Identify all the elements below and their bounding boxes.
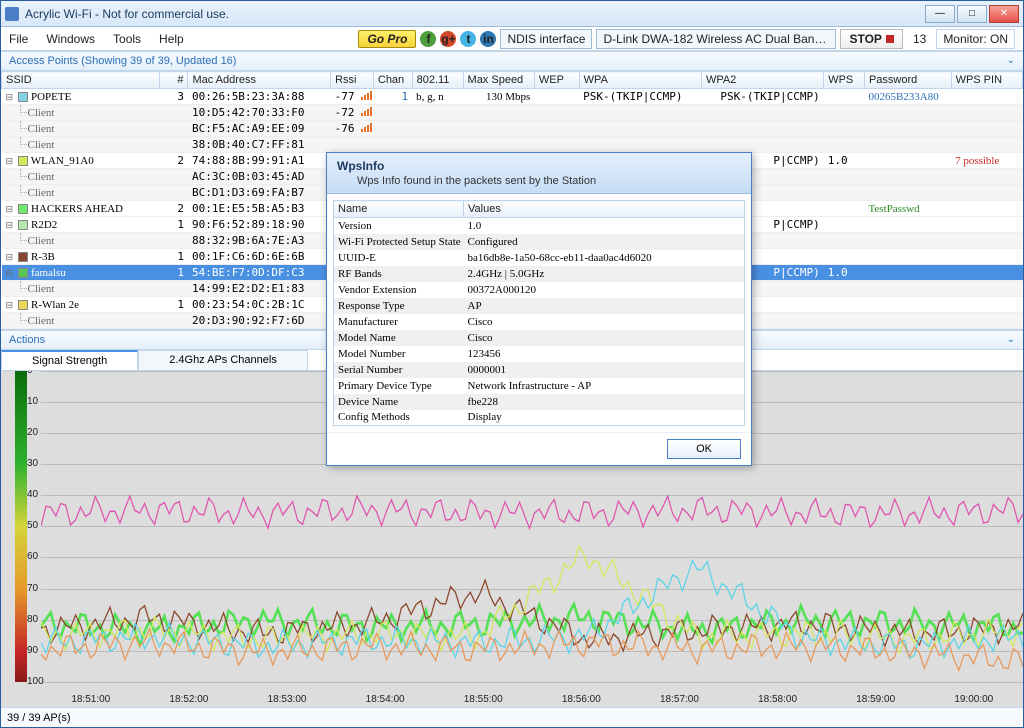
col-wpa[interactable]: WPA (579, 72, 701, 89)
table-row-client[interactable]: ClientBC:F5:AC:A9:EE:09-76 (2, 121, 1023, 137)
chart-series-line (41, 629, 1023, 671)
menubar: File Windows Tools Help Go Pro f g+ t in… (1, 27, 1023, 51)
col-password[interactable]: Password (864, 72, 951, 89)
wpsinfo-row: Primary Device TypeNetwork Infrastructur… (334, 378, 745, 394)
wpsinfo-row: Device Namefbe228 (334, 394, 745, 410)
table-row-client[interactable]: Client38:0B:40:C7:FF:81 (2, 137, 1023, 153)
wpsinfo-row: Wi-Fi Protected Setup StateConfigured (334, 234, 745, 250)
ap-section-header[interactable]: Access Points (Showing 39 of 39, Updated… (1, 51, 1023, 71)
close-button[interactable]: ✕ (989, 5, 1019, 23)
wpsinfo-row: Model Number123456 (334, 346, 745, 362)
dialog-header[interactable]: WpsInfo Wps Info found in the packets se… (327, 153, 751, 194)
minimize-button[interactable]: — (925, 5, 955, 23)
x-tick-label: 18:54:00 (366, 694, 405, 705)
status-text: 39 / 39 AP(s) (7, 712, 71, 724)
adapter-dropdown[interactable]: D-Link DWA-182 Wireless AC Dual Band USB… (596, 29, 836, 49)
wpsinfo-row: Serial Number0000001 (334, 362, 745, 378)
ndis-dropdown[interactable]: NDIS interface (500, 29, 592, 49)
chart-series-line (41, 580, 1023, 651)
packet-count: 13 (907, 32, 932, 46)
col-wps[interactable]: WPS (824, 72, 865, 89)
x-tick-label: 18:56:00 (562, 694, 601, 705)
wpsinfo-row: UUID-Eba16db8e-1a50-68cc-eb11-daa0ac4d60… (334, 250, 745, 266)
table-row-client[interactable]: Client10:D5:42:70:33:F0-72 (2, 105, 1023, 121)
menu-file[interactable]: File (9, 32, 28, 46)
col-wpa2[interactable]: WPA2 (701, 72, 823, 89)
wpsinfo-row: RF Bands2.4GHz | 5.0GHz (334, 266, 745, 282)
col-chan[interactable]: Chan (373, 72, 412, 89)
dialog-subtitle: Wps Info found in the packets sent by th… (337, 175, 741, 187)
tab-signal-strength[interactable]: Signal Strength (1, 350, 138, 370)
menu-tools[interactable]: Tools (113, 32, 141, 46)
col-ssid[interactable]: SSID (2, 72, 160, 89)
wpsinfo-table: Name Values Version1.0Wi-Fi Protected Se… (333, 200, 745, 426)
wpsinfo-row: Model NameCisco (334, 330, 745, 346)
col-values[interactable]: Values (464, 201, 745, 218)
stop-button[interactable]: STOP (840, 29, 902, 49)
x-tick-label: 18:58:00 (758, 694, 797, 705)
wpsinfo-row: ManufacturerCisco (334, 314, 745, 330)
app-icon (5, 7, 19, 21)
menu-windows[interactable]: Windows (46, 32, 95, 46)
googleplus-icon[interactable]: g+ (440, 31, 456, 47)
x-tick-label: 18:52:00 (169, 694, 208, 705)
gopro-button[interactable]: Go Pro (358, 30, 416, 48)
col-wpspin[interactable]: WPS PIN (951, 72, 1022, 89)
x-tick-label: 18:59:00 (856, 694, 895, 705)
chart-series-line (41, 496, 1023, 529)
ok-button[interactable]: OK (667, 439, 741, 459)
maximize-button[interactable]: □ (957, 5, 987, 23)
ap-section-title: Access Points (Showing 39 of 39, Updated… (9, 55, 236, 67)
twitter-icon[interactable]: t (460, 31, 476, 47)
col-maxspeed[interactable]: Max Speed (463, 72, 534, 89)
col-wep[interactable]: WEP (534, 72, 579, 89)
facebook-icon[interactable]: f (420, 31, 436, 47)
collapse-icon[interactable]: ⌄ (1007, 334, 1015, 346)
wpsinfo-dialog[interactable]: WpsInfo Wps Info found in the packets se… (326, 152, 752, 466)
wpsinfo-row: Version1.0 (334, 218, 745, 234)
wpsinfo-row: Config MethodsDisplay (334, 410, 745, 426)
statusbar: 39 / 39 AP(s) (1, 707, 1023, 727)
x-tick-label: 19:00:00 (954, 694, 993, 705)
menu-help[interactable]: Help (159, 32, 184, 46)
col-name[interactable]: Name (334, 201, 464, 218)
tab-24ghz-channels[interactable]: 2.4Ghz APs Channels (138, 350, 308, 370)
monitor-status[interactable]: Monitor: ON (936, 29, 1015, 49)
window-title: Acrylic Wi-Fi - Not for commercial use. (25, 7, 925, 21)
collapse-icon[interactable]: ⌄ (1007, 55, 1015, 67)
col-rssi[interactable]: Rssi (331, 72, 374, 89)
dialog-title: WpsInfo (337, 159, 741, 173)
linkedin-icon[interactable]: in (480, 31, 496, 47)
col-mac[interactable]: Mac Address (188, 72, 331, 89)
col-count[interactable]: # (159, 72, 188, 89)
x-tick-label: 18:57:00 (660, 694, 699, 705)
x-tick-label: 18:51:00 (71, 694, 110, 705)
actions-title: Actions (9, 334, 45, 346)
col-80211[interactable]: 802.11 (412, 72, 463, 89)
table-row-ap[interactable]: ⊟ POPETE300:26:5B:23:3A:88-77 1b, g, n13… (2, 89, 1023, 105)
x-tick-label: 18:53:00 (268, 694, 307, 705)
chart-series-line (41, 546, 1023, 653)
wpsinfo-row: Response TypeAP (334, 298, 745, 314)
wpsinfo-row: Vendor Extension00372A000120 (334, 282, 745, 298)
titlebar[interactable]: Acrylic Wi-Fi - Not for commercial use. … (1, 1, 1023, 27)
x-tick-label: 18:55:00 (464, 694, 503, 705)
